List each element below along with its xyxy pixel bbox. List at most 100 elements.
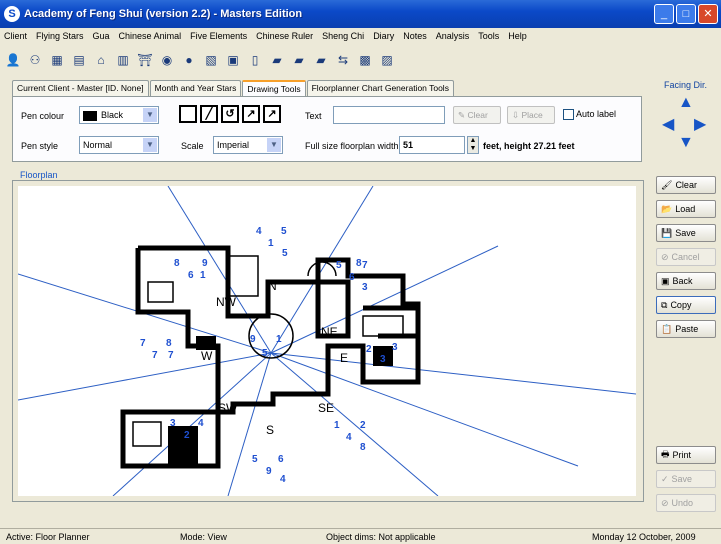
print-icon: 🖶: [661, 449, 670, 459]
gate-icon[interactable]: ⛩: [136, 51, 154, 69]
menu-help[interactable]: Help: [508, 31, 527, 41]
menu-flying-stars[interactable]: Flying Stars: [36, 31, 84, 41]
menu-five-elements[interactable]: Five Elements: [190, 31, 247, 41]
layers2-icon[interactable]: ▰: [290, 51, 308, 69]
table-icon[interactable]: ▧: [202, 51, 220, 69]
maximize-button[interactable]: □: [676, 4, 696, 24]
tab-month-year-stars[interactable]: Month and Year Stars: [149, 80, 242, 96]
floorplan-canvas[interactable]: N NE E SE S SW W NW 4 5 1 5 8 9 6 1 5 6 …: [18, 186, 636, 496]
facing-label: Facing Dir.: [664, 80, 708, 90]
line-tool-icon[interactable]: ╱: [200, 105, 218, 123]
print-button[interactable]: 🖶 Print: [656, 446, 716, 464]
book-icon[interactable]: ▥: [114, 51, 132, 69]
brush-icon: 🖌: [661, 179, 673, 190]
arrow-tool-icon[interactable]: ↗: [242, 105, 260, 123]
sector-line: [167, 186, 272, 354]
tab-current-client[interactable]: Current Client - Master [ID. None]: [12, 80, 149, 96]
menu-diary[interactable]: Diary: [373, 31, 394, 41]
copy-icon: ⧉: [661, 299, 668, 310]
text-place-label: Place: [521, 110, 543, 120]
layers-icon[interactable]: ▰: [268, 51, 286, 69]
status-active: Active: Floor Planner: [6, 532, 90, 542]
undo-icon: ⊘: [661, 497, 669, 508]
layers3-icon[interactable]: ▰: [312, 51, 330, 69]
clear-button-label: Clear: [675, 180, 697, 190]
load-button[interactable]: 📂 Load: [656, 200, 716, 218]
back-button-label: Back: [672, 276, 693, 286]
text-clear-button[interactable]: ✎ Clear: [453, 106, 501, 124]
star-number: 9: [266, 466, 272, 477]
checkbox-box: [563, 109, 574, 121]
form-icon[interactable]: ▨: [378, 51, 396, 69]
room-furniture: [132, 421, 162, 447]
sector-line: [227, 352, 272, 496]
drawing-tools-panel: Pen colour Black ▼ Pen style Normal ▼ ╱ …: [12, 96, 642, 162]
grid-icon[interactable]: ▦: [48, 51, 66, 69]
star-number: 5: [252, 454, 258, 465]
width-spinner[interactable]: ▲ ▼: [467, 136, 479, 154]
people-icon[interactable]: ⚇: [26, 51, 44, 69]
calendar-icon[interactable]: ▣: [224, 51, 242, 69]
app-icon: S: [4, 6, 20, 22]
pen-style-value: Normal: [83, 140, 113, 150]
title-bar: S Academy of Feng Shui (version 2.2) - M…: [0, 0, 721, 28]
star-number: 2: [366, 344, 372, 355]
cancel-button[interactable]: ⊘ Cancel: [656, 248, 716, 266]
person-icon[interactable]: 👤: [4, 51, 22, 69]
star-number: 9: [250, 334, 256, 345]
arrow-right-icon[interactable]: ▶: [694, 114, 706, 134]
paste-button[interactable]: 📋 Paste: [656, 320, 716, 338]
menu-sheng-chi[interactable]: Sheng Chi: [322, 31, 364, 41]
back-icon: ▣: [661, 275, 670, 286]
minimize-button[interactable]: _: [654, 4, 674, 24]
tab-drawing-tools[interactable]: Drawing Tools: [242, 80, 306, 96]
pen-style-select[interactable]: Normal ▼: [79, 136, 159, 154]
arrow-up-icon[interactable]: ▲: [678, 94, 694, 112]
star-number: 8: [174, 258, 180, 269]
undo-button[interactable]: ⊘ Undo: [656, 494, 716, 512]
star-number: 7: [140, 338, 146, 349]
centre-circle: [248, 313, 294, 359]
house-icon[interactable]: ⌂: [92, 51, 110, 69]
text-place-button[interactable]: ⇩ Place: [507, 106, 555, 124]
menu-client[interactable]: Client: [4, 31, 27, 41]
auto-label-text: Auto label: [576, 109, 617, 119]
pen-colour-select[interactable]: Black ▼: [79, 106, 159, 124]
star-number: 5: [281, 226, 287, 237]
arrow-left-icon[interactable]: ◀: [662, 114, 674, 134]
menu-chinese-animal[interactable]: Chinese Animal: [119, 31, 182, 41]
scale-select[interactable]: Imperial ▼: [213, 136, 283, 154]
menu-tools[interactable]: Tools: [478, 31, 499, 41]
text-input[interactable]: [333, 106, 445, 124]
auto-label-checkbox[interactable]: Auto label: [563, 109, 617, 121]
undo-button-label: Undo: [671, 498, 694, 508]
copy-button[interactable]: ⧉ Copy: [656, 296, 716, 314]
star-number: 6: [188, 270, 194, 281]
save-confirm-button[interactable]: ✓ Save: [656, 470, 716, 488]
save-confirm-button-label: Save: [671, 474, 693, 484]
menu-gua[interactable]: Gua: [93, 31, 110, 41]
sector-label-se: SE: [318, 401, 334, 415]
close-button[interactable]: ✕: [698, 4, 718, 24]
back-button[interactable]: ▣ Back: [656, 272, 716, 290]
status-mode: Mode: View: [180, 532, 227, 542]
rectangle-tool-icon[interactable]: [179, 105, 197, 123]
check-icon: ✓: [661, 473, 669, 484]
arrows-icon[interactable]: ⇆: [334, 51, 352, 69]
arrow-down-icon[interactable]: ▼: [678, 134, 694, 152]
menu-chinese-ruler[interactable]: Chinese Ruler: [256, 31, 313, 41]
circle-icon[interactable]: ●: [180, 51, 198, 69]
width-input[interactable]: 51: [399, 136, 465, 154]
menu-notes[interactable]: Notes: [403, 31, 427, 41]
menu-analysis[interactable]: Analysis: [436, 31, 470, 41]
compass-icon[interactable]: ◉: [158, 51, 176, 69]
clear-button[interactable]: 🖌 Clear: [656, 176, 716, 194]
curve-tool-icon[interactable]: ↺: [221, 105, 239, 123]
page-icon[interactable]: ▯: [246, 51, 264, 69]
map-icon[interactable]: ▩: [356, 51, 374, 69]
tab-floorplanner-chart[interactable]: Floorplanner Chart Generation Tools: [306, 80, 454, 96]
chart-icon[interactable]: ▤: [70, 51, 88, 69]
arrow-alt-tool-icon[interactable]: ↗: [263, 105, 281, 123]
star-number: 2: [184, 430, 190, 441]
save-button[interactable]: 💾 Save: [656, 224, 716, 242]
